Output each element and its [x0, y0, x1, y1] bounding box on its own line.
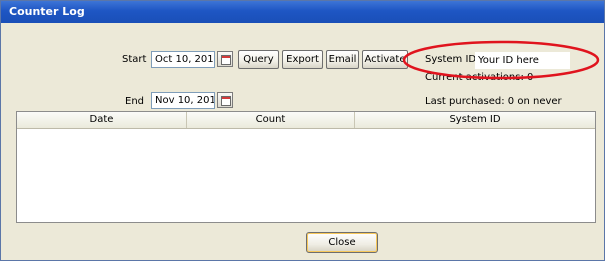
activate-button[interactable]: Activate: [362, 50, 408, 69]
start-date-picker-button[interactable]: [217, 51, 233, 67]
window-title: Counter Log: [1, 1, 604, 23]
close-button[interactable]: Close: [306, 232, 378, 253]
end-label: End: [125, 96, 145, 107]
current-activations-text: Current activations: 0: [425, 72, 534, 83]
table-body[interactable]: [17, 129, 595, 222]
export-button[interactable]: Export: [282, 50, 323, 69]
counter-log-window: Counter Log Start Oct 10, 2011 Query Exp…: [0, 0, 605, 261]
query-button[interactable]: Query: [238, 50, 279, 69]
end-date-field[interactable]: Nov 10, 2011: [151, 92, 215, 109]
column-header-system-id[interactable]: System ID: [355, 112, 595, 128]
column-header-count[interactable]: Count: [187, 112, 355, 128]
start-date-field[interactable]: Oct 10, 2011: [151, 51, 215, 68]
end-date-picker-button[interactable]: [217, 92, 233, 108]
table-header: Date Count System ID: [17, 112, 595, 129]
system-id-label: System ID:: [425, 54, 480, 65]
start-label: Start: [122, 54, 147, 65]
counter-log-table[interactable]: Date Count System ID: [16, 111, 596, 223]
column-header-date[interactable]: Date: [17, 112, 187, 128]
calendar-icon: [221, 55, 231, 65]
last-purchased-text: Last purchased: 0 on never: [425, 96, 562, 107]
email-button[interactable]: Email: [326, 50, 359, 69]
calendar-icon: [221, 96, 231, 106]
system-id-field[interactable]: Your ID here: [475, 52, 570, 69]
